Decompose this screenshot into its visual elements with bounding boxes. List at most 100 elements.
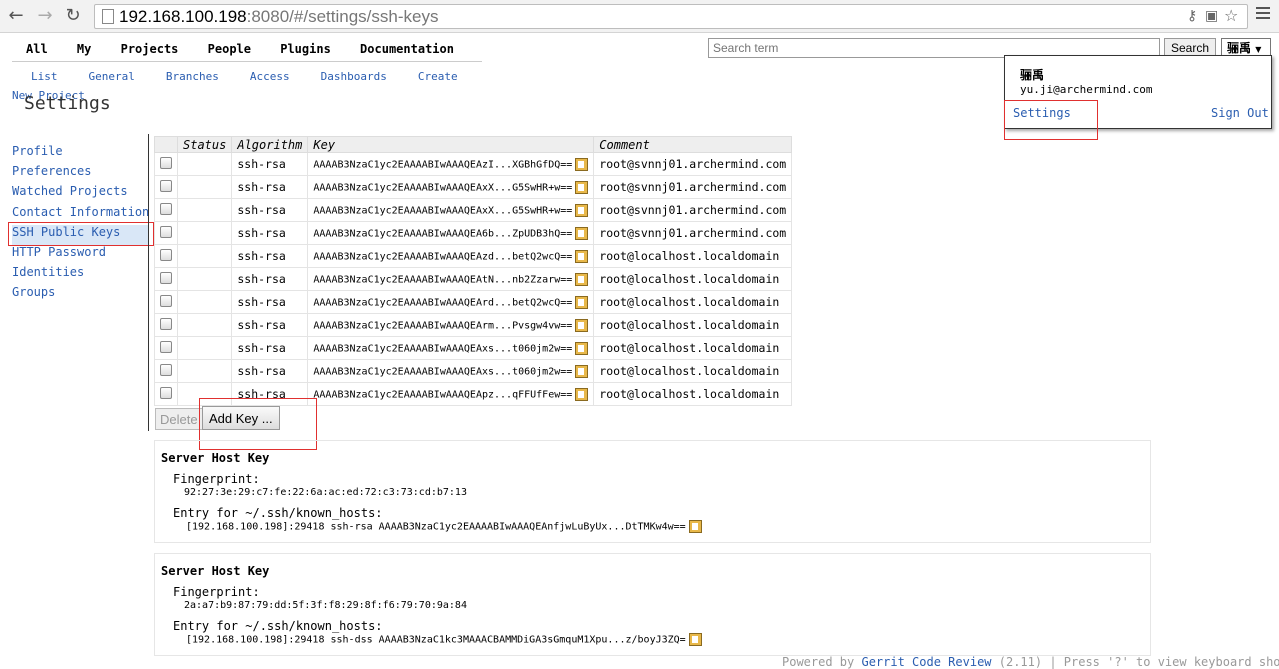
header-select bbox=[154, 136, 178, 153]
translate-icon[interactable]: ▣ bbox=[1205, 8, 1218, 24]
table-row: ssh-rsa AAAAB3NzaC1yc2EAAAABIwAAAQEArm...… bbox=[154, 313, 793, 337]
footer-version: (2.11) | Press '?' to view keyboard shor… bbox=[998, 655, 1279, 669]
copy-icon[interactable] bbox=[575, 226, 589, 240]
copy-icon[interactable] bbox=[575, 318, 589, 332]
row-checkbox[interactable] bbox=[160, 271, 172, 284]
server-host-key-dss: Server Host Key Fingerprint: 2a:a7:b9:87… bbox=[154, 553, 1151, 656]
fingerprint-value: 92:27:3e:29:c7:fe:22:6a:ac:ed:72:c3:73:c… bbox=[184, 487, 467, 498]
top-menu: All My Projects People Plugins Documenta… bbox=[26, 42, 476, 56]
row-key-cell: AAAAB3NzaC1yc2EAAAABIwAAAQEAxX...G5SwHR+… bbox=[307, 198, 595, 222]
copy-icon[interactable] bbox=[575, 295, 589, 309]
browser-menu-icon[interactable] bbox=[1256, 7, 1270, 22]
popup-user-email: yu.ji@archermind.com bbox=[1020, 83, 1153, 96]
copy-icon[interactable] bbox=[575, 157, 589, 171]
row-checkbox[interactable] bbox=[160, 340, 172, 353]
row-checkbox[interactable] bbox=[160, 179, 172, 192]
row-checkbox[interactable] bbox=[160, 156, 172, 169]
url-path: :8080/#/settings/ssh-keys bbox=[246, 7, 439, 26]
row-key-cell: AAAAB3NzaC1yc2EAAAABIwAAAQEAtN...nb2Zzar… bbox=[307, 267, 595, 291]
row-checkbox[interactable] bbox=[160, 317, 172, 330]
submenu-dashboards[interactable]: Dashboards bbox=[321, 70, 387, 83]
copy-icon[interactable] bbox=[688, 633, 702, 646]
submenu-general[interactable]: General bbox=[89, 70, 135, 83]
submenu-list[interactable]: List bbox=[31, 70, 58, 83]
row-checkbox[interactable] bbox=[160, 363, 172, 376]
gerrit-link[interactable]: Gerrit Code Review bbox=[861, 655, 991, 669]
key-icon[interactable]: ⚷ bbox=[1187, 8, 1197, 24]
row-key-cell: AAAAB3NzaC1yc2EAAAABIwAAAQEAzd...betQ2wc… bbox=[307, 244, 595, 268]
table-row: ssh-rsa AAAAB3NzaC1yc2EAAAABIwAAAQEAxX...… bbox=[154, 175, 793, 199]
row-select-cell bbox=[154, 221, 178, 245]
table-row: ssh-rsa AAAAB3NzaC1yc2EAAAABIwAAAQEAzI...… bbox=[154, 152, 793, 176]
sidebar-item-http-password[interactable]: HTTP Password bbox=[12, 245, 149, 265]
copy-icon[interactable] bbox=[575, 180, 589, 194]
row-key: AAAAB3NzaC1yc2EAAAABIwAAAQEAxs...t060jm2… bbox=[313, 343, 573, 354]
footer: Powered by Gerrit Code Review (2.11) | P… bbox=[782, 655, 1279, 669]
row-key: AAAAB3NzaC1yc2EAAAABIwAAAQEApz...qFFUfFe… bbox=[313, 389, 573, 400]
row-key: AAAAB3NzaC1yc2EAAAABIwAAAQEArm...Pvsgw4v… bbox=[313, 320, 573, 331]
row-key-cell: AAAAB3NzaC1yc2EAAAABIwAAAQEApz...qFFUfFe… bbox=[307, 382, 595, 406]
submenu-branches[interactable]: Branches bbox=[166, 70, 219, 83]
row-algorithm: ssh-rsa bbox=[231, 152, 309, 176]
menu-documentation[interactable]: Documentation bbox=[360, 42, 454, 56]
copy-icon[interactable] bbox=[575, 249, 589, 263]
copy-icon[interactable] bbox=[575, 203, 589, 217]
menu-people[interactable]: People bbox=[208, 42, 251, 56]
row-algorithm: ssh-rsa bbox=[231, 313, 309, 337]
row-algorithm: ssh-rsa bbox=[231, 175, 309, 199]
submenu-access[interactable]: Access bbox=[250, 70, 290, 83]
row-status-cell bbox=[176, 221, 233, 245]
row-key: AAAAB3NzaC1yc2EAAAABIwAAAQEAxs...t060jm2… bbox=[313, 366, 573, 377]
menu-my[interactable]: My bbox=[77, 42, 91, 56]
row-comment: root@svnnj01.archermind.com bbox=[593, 221, 793, 245]
reload-icon[interactable]: ↻ bbox=[63, 6, 83, 26]
row-checkbox[interactable] bbox=[160, 225, 172, 238]
sidebar-item-identities[interactable]: Identities bbox=[12, 265, 149, 285]
popup-sign-out-link[interactable]: Sign Out bbox=[1211, 106, 1269, 120]
sidebar-item-groups[interactable]: Groups bbox=[12, 285, 149, 305]
copy-icon[interactable] bbox=[575, 364, 589, 378]
row-key: AAAAB3NzaC1yc2EAAAABIwAAAQEAzd...betQ2wc… bbox=[313, 251, 573, 262]
page-title: Settings bbox=[24, 93, 111, 114]
row-algorithm: ssh-rsa bbox=[231, 244, 309, 268]
delete-button[interactable]: Delete bbox=[155, 408, 203, 430]
row-select-cell bbox=[154, 313, 178, 337]
copy-icon[interactable] bbox=[575, 387, 589, 401]
menu-plugins[interactable]: Plugins bbox=[280, 42, 331, 56]
row-key: AAAAB3NzaC1yc2EAAAABIwAAAQEArd...betQ2wc… bbox=[313, 297, 573, 308]
forward-arrow-icon[interactable]: → bbox=[35, 6, 55, 26]
fingerprint-label: Fingerprint: bbox=[173, 472, 260, 486]
sidebar-item-profile[interactable]: Profile bbox=[12, 144, 149, 164]
row-checkbox[interactable] bbox=[160, 386, 172, 399]
ssh-keys-table: Status Algorithm Key Comment ssh-rsa AAAA… bbox=[154, 136, 793, 406]
table-row: ssh-rsa AAAAB3NzaC1yc2EAAAABIwAAAQEA6b...… bbox=[154, 221, 793, 245]
copy-icon[interactable] bbox=[688, 520, 702, 533]
header-comment: Comment bbox=[593, 136, 793, 153]
footer-prefix: Powered by bbox=[782, 655, 862, 669]
row-checkbox[interactable] bbox=[160, 248, 172, 261]
known-hosts-label: Entry for ~/.ssh/known_hosts: bbox=[173, 619, 383, 633]
row-status-cell bbox=[176, 244, 233, 268]
sidebar-item-watched-projects[interactable]: Watched Projects bbox=[12, 184, 149, 204]
row-checkbox[interactable] bbox=[160, 294, 172, 307]
menu-projects[interactable]: Projects bbox=[121, 42, 179, 56]
known-hosts-entry-text: [192.168.100.198]:29418 ssh-rsa AAAAB3Nz… bbox=[186, 521, 686, 533]
row-comment: root@svnnj01.archermind.com bbox=[593, 175, 793, 199]
row-select-cell bbox=[154, 244, 178, 268]
row-checkbox[interactable] bbox=[160, 202, 172, 215]
row-status-cell bbox=[176, 267, 233, 291]
url-host: 192.168.100.198 bbox=[119, 7, 247, 26]
row-key: AAAAB3NzaC1yc2EAAAABIwAAAQEAtN...nb2Zzar… bbox=[313, 274, 573, 285]
sidebar-item-preferences[interactable]: Preferences bbox=[12, 164, 149, 184]
back-arrow-icon[interactable]: ← bbox=[6, 6, 26, 26]
popup-user-name: 骊禹 bbox=[1020, 68, 1045, 82]
fingerprint-value: 2a:a7:b9:87:79:dd:5f:3f:f8:29:8f:f6:79:7… bbox=[184, 600, 467, 611]
copy-icon[interactable] bbox=[575, 272, 589, 286]
address-bar[interactable]: 192.168.100.198:8080/#/settings/ssh-keys… bbox=[94, 4, 1248, 29]
copy-icon[interactable] bbox=[575, 341, 589, 355]
known-hosts-label: Entry for ~/.ssh/known_hosts: bbox=[173, 506, 383, 520]
fingerprint-label: Fingerprint: bbox=[173, 585, 260, 599]
bookmark-star-icon[interactable]: ☆ bbox=[1224, 6, 1238, 25]
row-key-cell: AAAAB3NzaC1yc2EAAAABIwAAAQEArd...betQ2wc… bbox=[307, 290, 595, 314]
menu-all[interactable]: All bbox=[26, 42, 48, 56]
